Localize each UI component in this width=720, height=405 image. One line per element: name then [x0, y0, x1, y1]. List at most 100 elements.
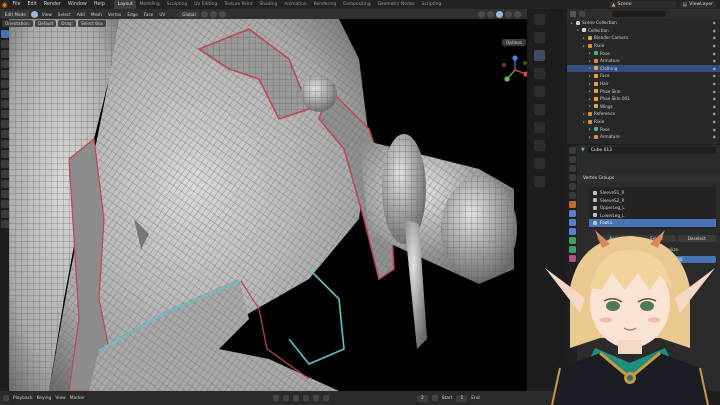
select-box-dropdown[interactable]: Select Box [77, 20, 107, 27]
tab-animation[interactable]: Animation [281, 0, 310, 9]
brush-icon[interactable] [533, 158, 545, 169]
expand-chevron-icon[interactable]: ▸ [577, 28, 581, 32]
visibility-eye-icon[interactable]: ◉ [713, 119, 717, 124]
3d-viewport[interactable]: Options [9, 19, 527, 391]
vertex-group-item[interactable]: Foot.L [589, 219, 716, 227]
jump-end-icon[interactable] [322, 395, 329, 401]
zoom-icon[interactable] [533, 14, 545, 25]
outliner-row[interactable]: ▸ Hair ◉ [567, 80, 720, 88]
menu-select[interactable]: Select [56, 12, 73, 17]
filter-icon[interactable] [579, 11, 585, 17]
outliner-row[interactable]: ▸ Wings ◉ [567, 103, 720, 111]
play-icon[interactable] [302, 395, 309, 401]
blender-logo-icon[interactable]: ◉ [0, 0, 9, 9]
expand-chevron-icon[interactable]: ▸ [583, 44, 587, 48]
tab-sculpting[interactable]: Sculpting [163, 0, 191, 9]
tab-scripting[interactable]: Scripting [418, 0, 445, 9]
visibility-eye-icon[interactable]: ◉ [713, 43, 717, 48]
outliner-row[interactable]: ▸ Rixie ◉ [567, 118, 720, 126]
solid-shading-icon[interactable] [496, 10, 503, 18]
visibility-eye-icon[interactable]: ◉ [713, 28, 717, 33]
vertex-select-icon[interactable] [30, 10, 38, 18]
outliner-row[interactable]: ▸ Phae Skin ◉ [567, 87, 720, 95]
pivot-icon[interactable] [200, 10, 208, 18]
expand-chevron-icon[interactable]: ▸ [571, 21, 575, 25]
tab-modeling[interactable]: Modeling [136, 0, 163, 9]
outliner-row[interactable]: ▸ Reference ◉ [567, 110, 720, 118]
menu-help[interactable]: Help [90, 0, 108, 9]
layers-icon[interactable] [533, 140, 545, 151]
rip-tool-icon[interactable] [0, 220, 9, 228]
tab-layout[interactable]: Layout [114, 0, 137, 9]
modifier-props-icon[interactable] [568, 210, 576, 217]
menu-edge[interactable]: Edge [125, 12, 140, 17]
menu-view[interactable]: View [40, 12, 54, 17]
scene-props-icon[interactable] [568, 183, 576, 190]
outliner-row[interactable]: ▸ Rixie ◉ [567, 42, 720, 50]
options-dropdown[interactable]: Options [502, 39, 527, 46]
expand-chevron-icon[interactable]: ▸ [589, 127, 593, 131]
expand-chevron-icon[interactable]: ▸ [589, 74, 593, 78]
output-props-icon[interactable] [568, 165, 576, 172]
expand-chevron-icon[interactable]: ▸ [583, 120, 587, 124]
transform-tool-icon[interactable] [0, 80, 9, 88]
clock-icon[interactable] [431, 395, 438, 401]
outliner-search-input[interactable] [612, 11, 666, 17]
menu-render[interactable]: Render [40, 0, 64, 9]
visibility-eye-icon[interactable]: ◉ [713, 127, 717, 132]
tab-rendering[interactable]: Rendering [310, 0, 339, 9]
expand-chevron-icon[interactable]: ▸ [589, 89, 593, 93]
view-tab-icon[interactable] [533, 122, 545, 133]
vertex-group-item[interactable]: SleeveS2_R [589, 197, 716, 205]
knife-tool-icon[interactable] [0, 150, 9, 158]
play-reverse-icon[interactable] [292, 395, 299, 401]
visibility-eye-icon[interactable]: ◉ [713, 81, 717, 86]
outliner-row[interactable]: ▸ Armature ◉ [567, 133, 720, 141]
visibility-eye-icon[interactable]: ◉ [713, 96, 717, 101]
pan-icon[interactable] [533, 32, 545, 43]
rotate-tool-icon[interactable] [0, 60, 9, 68]
visibility-eye-icon[interactable]: ◉ [713, 66, 717, 71]
visibility-eye-icon[interactable]: ◉ [713, 58, 717, 63]
xray-icon[interactable] [487, 10, 494, 18]
proportional-edit-icon[interactable] [218, 10, 226, 18]
perspective-toggle-icon[interactable] [533, 68, 545, 79]
loop-cut-tool-icon[interactable] [0, 140, 9, 148]
inset-tool-icon[interactable] [0, 120, 9, 128]
menu-playback[interactable]: Playback [13, 396, 33, 401]
current-frame-field[interactable]: 2 [416, 394, 428, 402]
vertex-group-item[interactable]: UpperLeg_L [589, 204, 716, 212]
shrink-fatten-tool-icon[interactable] [0, 200, 9, 208]
extrude-tool-icon[interactable] [0, 110, 9, 118]
next-keyframe-icon[interactable] [312, 395, 319, 401]
outliner-row[interactable]: ▸ Armature ◉ [567, 57, 720, 65]
menu-keying[interactable]: Keying [37, 396, 52, 401]
spin-tool-icon[interactable] [0, 170, 9, 178]
render-props-icon[interactable] [568, 156, 576, 163]
edge-slide-tool-icon[interactable] [0, 190, 9, 198]
outliner-row[interactable]: ▸ Blender Camera ◉ [567, 34, 720, 42]
transform-orientation-dropdown[interactable]: Global [179, 10, 199, 18]
outliner-row[interactable]: ▸ Collection ◉ [567, 27, 720, 35]
scale-tool-icon[interactable] [0, 70, 9, 78]
measure-tool-icon[interactable] [0, 100, 9, 108]
overlay-icon[interactable] [478, 10, 485, 18]
vertex-group-item[interactable]: LowerLeg_L [589, 212, 716, 220]
snap-icon[interactable] [209, 10, 217, 18]
tab-uv-editing[interactable]: UV Editing [191, 0, 221, 9]
outliner-row[interactable]: ▸ Pose ◉ [567, 49, 720, 57]
tab-texture-paint[interactable]: Texture Paint [221, 0, 256, 9]
expand-chevron-icon[interactable]: ▸ [583, 112, 587, 116]
outliner-editor-icon[interactable] [570, 11, 576, 17]
tab-compositing[interactable]: Compositing [340, 0, 375, 9]
outliner-row[interactable]: ▸ Face ◉ [567, 72, 720, 80]
menu-vertex[interactable]: Vertex [106, 12, 123, 17]
start-frame-field[interactable]: 1 [456, 394, 468, 402]
jump-start-icon[interactable] [272, 395, 279, 401]
visibility-eye-icon[interactable]: ◉ [713, 111, 717, 116]
eye-icon[interactable] [533, 176, 545, 187]
camera-view-icon[interactable] [533, 50, 545, 61]
menu-add[interactable]: Add [75, 12, 87, 17]
visibility-eye-icon[interactable]: ◉ [713, 89, 717, 94]
outliner-row[interactable]: ▸ Phae Skin.001 ◉ [567, 95, 720, 103]
